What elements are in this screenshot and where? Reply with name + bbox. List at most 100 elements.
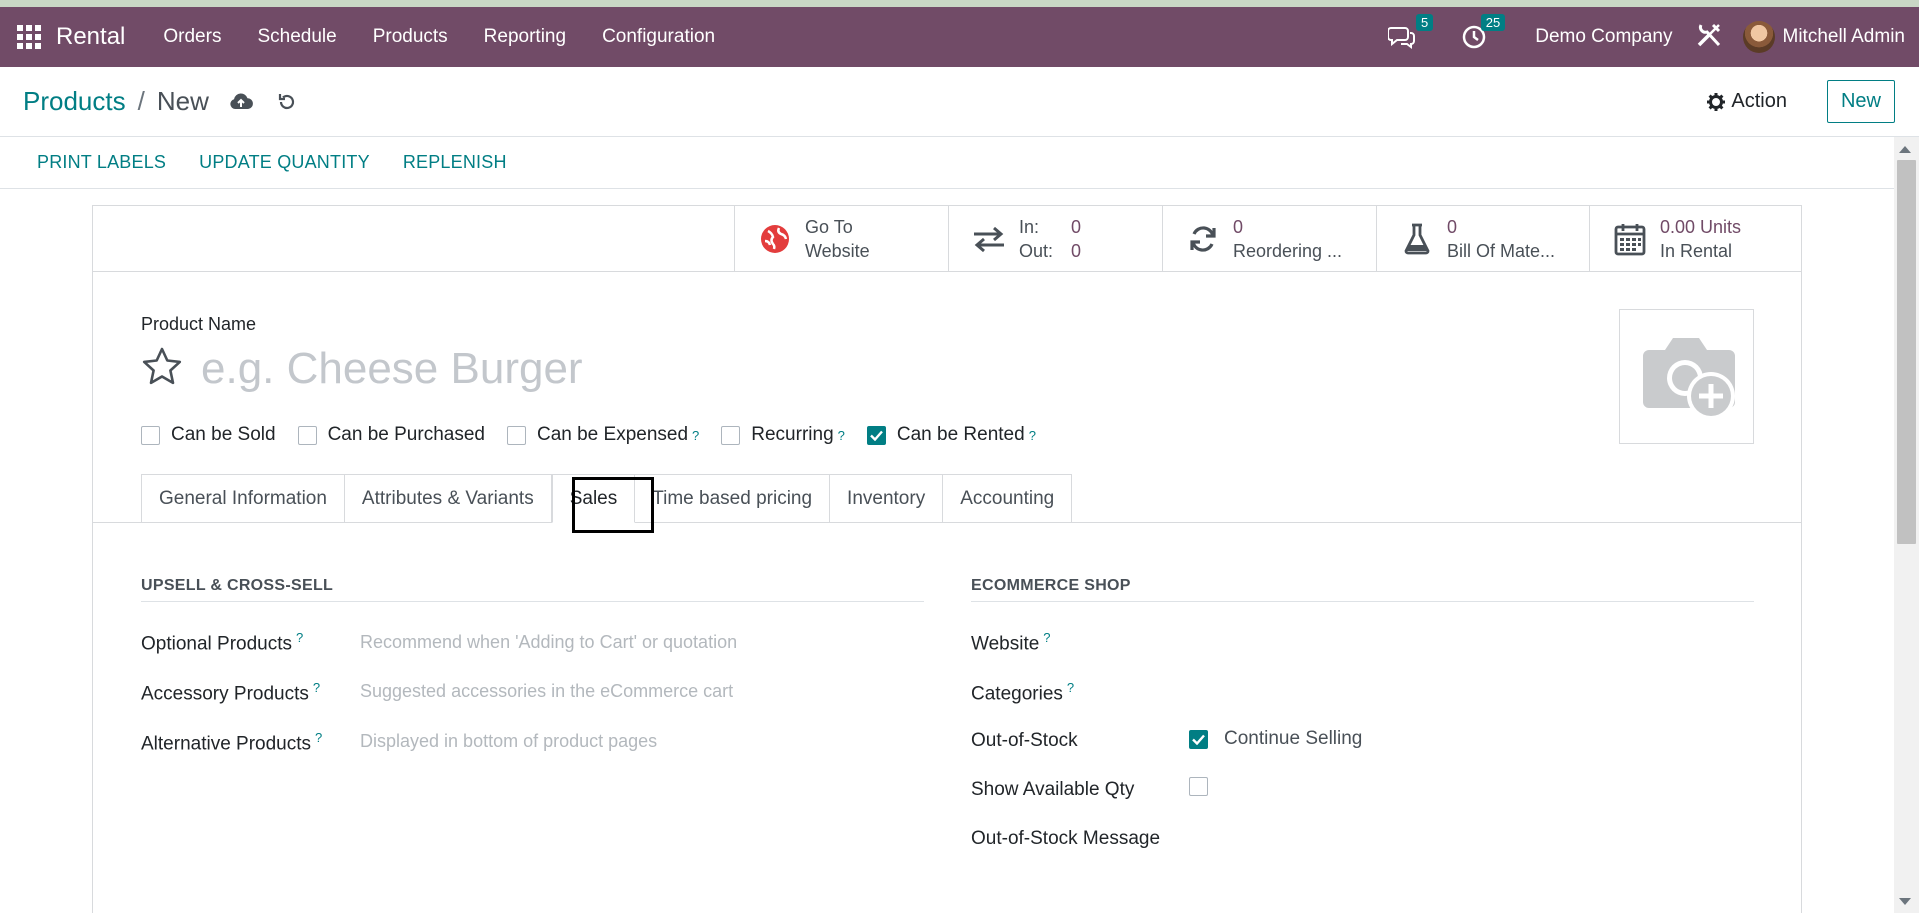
accessory-products-label: Accessory Products? [141,680,321,705]
continue-selling-label: Continue Selling [1224,728,1363,749]
tab-attributes-variants[interactable]: Attributes & Variants [344,474,552,523]
help-tooltip-icon[interactable]: ? [1029,428,1036,443]
reordering-rules-button[interactable]: 0 Reordering ... [1162,206,1376,272]
bom-label: Bill Of Mate... [1447,241,1556,261]
help-tooltip-icon[interactable]: ? [692,428,699,443]
out-of-stock-label: Out-of-Stock [971,730,1078,751]
continue-selling-checkbox[interactable] [1189,729,1208,749]
help-tooltip-icon[interactable]: ? [315,730,322,745]
menu-products[interactable]: Products [355,26,466,48]
product-name-input[interactable] [201,340,1201,398]
flask-icon [1404,223,1430,255]
exchange-arrows-icon [974,226,1004,253]
help-tooltip-icon[interactable]: ? [1043,630,1050,645]
in-value: 0 [1071,217,1082,237]
show-available-qty-field[interactable] [1189,777,1219,796]
bom-value: 0 [1447,217,1458,237]
upsell-group-title: UPSELL & CROSS-SELL [141,577,924,602]
tab-general-information[interactable]: General Information [141,474,345,523]
reordering-value: 0 [1233,217,1244,237]
systray: 5 25 Demo Company Mitchell Admin [1387,14,1919,54]
scroll-down-arrow-icon[interactable] [1899,898,1911,905]
menu-reporting[interactable]: Reporting [466,26,584,48]
optional-products-input[interactable] [360,632,820,653]
calendar-icon [1614,224,1646,256]
menu-orders[interactable]: Orders [145,26,239,48]
show-available-qty-checkbox[interactable] [1189,777,1208,796]
save-cloud-icon[interactable] [229,92,253,112]
accessory-products-field[interactable] [360,681,820,702]
user-avatar[interactable] [1742,21,1775,53]
breadcrumb: Products / New [23,86,297,117]
can-be-rented-option[interactable]: Can be Rented ? [866,424,1036,446]
activities-button[interactable]: 25 [1459,14,1506,52]
breadcrumb-current: New [156,86,209,116]
menu-configuration[interactable]: Configuration [584,26,733,48]
optional-products-field[interactable] [360,632,820,653]
recurring-checkbox[interactable] [721,425,741,445]
continue-selling-field[interactable]: Continue Selling [1189,728,1362,750]
ecommerce-group-title: ECOMMERCE SHOP [971,577,1754,602]
in-label: In: [1019,217,1040,237]
categories-label: Categories? [971,680,1075,705]
show-available-qty-label: Show Available Qty [971,779,1135,800]
menu-schedule[interactable]: Schedule [239,26,354,48]
favorite-star-icon[interactable] [141,346,183,393]
reordering-label: Reordering ... [1233,241,1343,261]
scroll-up-arrow-icon[interactable] [1899,146,1911,153]
app-name[interactable]: Rental [56,23,125,51]
can-be-purchased-option[interactable]: Can be Purchased [297,424,485,446]
can-be-expensed-option[interactable]: Can be Expensed ? [506,424,699,446]
tab-inventory[interactable]: Inventory [830,474,944,523]
help-tooltip-icon[interactable]: ? [838,428,845,443]
top-strip [0,0,1919,7]
in-out-button[interactable]: In: 0 Out: 0 [948,206,1162,272]
checkmark-icon [1192,734,1205,745]
website-line1: Go To [805,217,853,237]
out-label: Out: [1019,241,1054,261]
recurring-option[interactable]: Recurring ? [721,424,845,446]
can-be-sold-label: Can be Sold [171,424,276,445]
discard-undo-icon[interactable] [277,92,297,112]
go-to-website-button[interactable]: Go To Website [734,206,948,272]
breadcrumb-products[interactable]: Products [23,86,126,117]
new-button[interactable]: New [1826,80,1895,123]
accessory-products-input[interactable] [360,681,820,702]
can-be-expensed-label: Can be Expensed [536,424,689,445]
website-line2: Website [805,241,870,261]
company-switcher[interactable]: Demo Company [1535,26,1672,48]
debug-tools-icon[interactable] [1695,21,1723,54]
scrollbar-thumb[interactable] [1897,160,1916,544]
tab-accounting[interactable]: Accounting [943,474,1073,523]
messages-button[interactable]: 5 [1387,14,1434,52]
rental-label: In Rental [1660,241,1733,261]
can-be-sold-checkbox[interactable] [141,425,160,445]
help-tooltip-icon[interactable]: ? [1067,680,1074,695]
help-tooltip-icon[interactable]: ? [296,630,303,645]
refresh-icon [1190,226,1216,252]
website-label: Website? [971,630,1051,655]
tab-sales[interactable]: Sales [551,474,636,523]
help-tooltip-icon[interactable]: ? [313,680,320,695]
recurring-label: Recurring [751,424,834,445]
can-be-sold-option[interactable]: Can be Sold [141,424,276,446]
notebook-tabs: General Information Attributes & Variant… [141,474,1073,523]
chat-icon [1388,27,1416,49]
alternative-products-input[interactable] [360,731,820,752]
form-header: PRINT LABELS UPDATE QUANTITY REPLENISH [0,137,1919,189]
update-quantity-button[interactable]: UPDATE QUANTITY [199,152,370,173]
replenish-button[interactable]: REPLENISH [403,152,507,173]
in-rental-button[interactable]: 0.00 Units In Rental [1589,206,1801,272]
action-menu-button[interactable]: Action [1707,90,1787,113]
user-menu[interactable]: Mitchell Admin [1783,26,1906,48]
smart-buttons-row: Go To Website In: 0 Out: 0 0 Reordering … [93,206,1801,272]
print-labels-button[interactable]: PRINT LABELS [37,152,166,173]
apps-menu-icon[interactable] [16,24,42,50]
product-image-upload[interactable] [1619,309,1754,444]
tab-time-based-pricing[interactable]: Time based pricing [635,474,831,523]
can-be-expensed-checkbox[interactable] [506,425,526,445]
alternative-products-field[interactable] [360,731,820,752]
can-be-purchased-checkbox[interactable] [297,425,317,445]
can-be-rented-checkbox[interactable] [866,425,886,445]
bill-of-materials-button[interactable]: 0 Bill Of Mate... [1376,206,1589,272]
